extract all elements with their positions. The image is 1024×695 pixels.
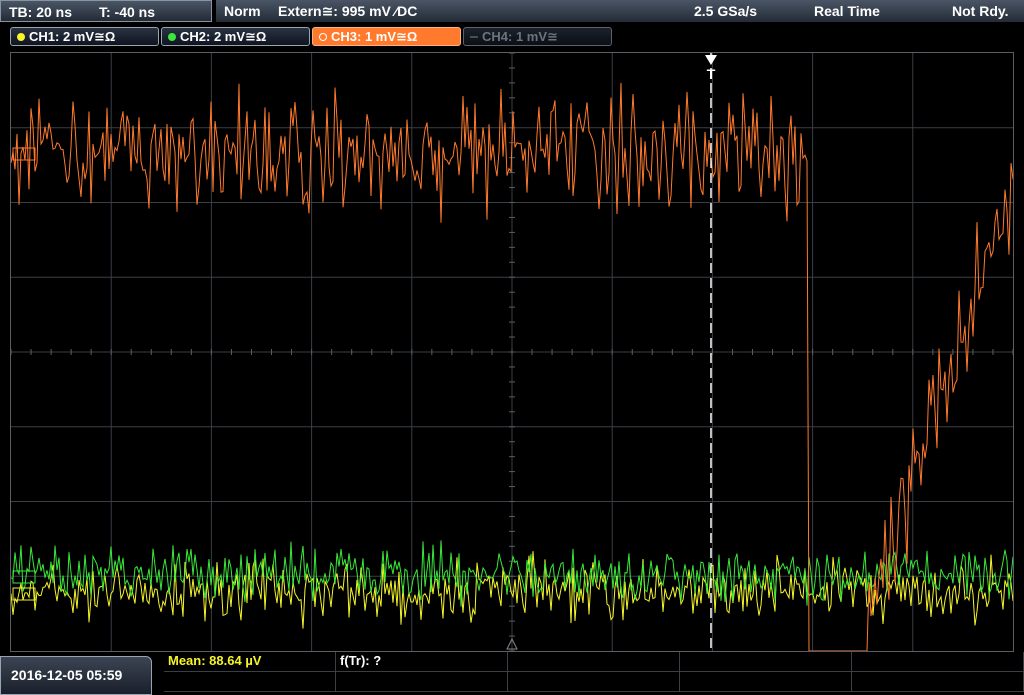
measurement-slot-4[interactable] [680, 652, 852, 672]
timebase-panel[interactable]: TB: 20 ns T: -40 ns [0, 0, 212, 22]
status-bar: TB: 20 ns T: -40 ns Norm Extern≅: 995 mV… [0, 0, 1024, 24]
channel-3-indicator-icon [319, 33, 327, 41]
measurement-slot-6[interactable] [164, 672, 336, 692]
trigger-mode: Norm [224, 3, 261, 19]
channel-3-button[interactable]: CH3: 1 mV≅Ω [312, 27, 461, 46]
waveform-canvas: T [11, 53, 1013, 651]
bottom-bar: 2016-12-05 05:59 Mean: 88.64 µV f(Tr): ? [0, 652, 1024, 695]
trigger-position-icon [705, 55, 717, 65]
channel-1-button[interactable]: CH1: 2 mV≅Ω [10, 27, 159, 46]
channel-4-label: CH4: 1 mV≅ [482, 29, 558, 44]
measurement-slot-5[interactable] [852, 652, 1024, 672]
timebase-value: TB: 20 ns [9, 4, 73, 20]
measurement-slot-7[interactable] [336, 672, 508, 692]
channel-2-label: CH2: 2 mV≅Ω [180, 29, 267, 44]
measurement-panel[interactable]: Mean: 88.64 µV f(Tr): ? [164, 652, 1024, 695]
measurement-slot-8[interactable] [508, 672, 680, 692]
oscilloscope-screen: TB: 20 ns T: -40 ns Norm Extern≅: 995 mV… [0, 0, 1024, 695]
measurement-slot-3[interactable] [508, 652, 680, 672]
channel-3-label: CH3: 1 mV≅Ω [331, 29, 418, 44]
channel-bar: CH1: 2 mV≅Ω CH2: 2 mV≅Ω CH3: 1 mV≅Ω CH4:… [0, 25, 1024, 49]
channel-4-button[interactable]: CH4: 1 mV≅ [463, 27, 612, 46]
channel-1-label: CH1: 2 mV≅Ω [29, 29, 116, 44]
datetime-display: 2016-12-05 05:59 [0, 656, 152, 695]
measurement-rise-time[interactable]: f(Tr): ? [336, 652, 508, 672]
trigger-source: Extern≅: 995 mV ⁄DC [278, 3, 418, 19]
channel-4-indicator-icon [470, 36, 478, 38]
measurement-slot-9[interactable] [680, 672, 852, 692]
trigger-panel[interactable]: Norm Extern≅: 995 mV ⁄DC 2.5 GSa/s Real … [216, 0, 1024, 22]
ready-state: Not Rdy. [952, 3, 1009, 19]
channel-1-indicator-icon [17, 33, 25, 41]
trigger-offset-value: T: -40 ns [99, 4, 156, 20]
measurement-slot-10[interactable] [852, 672, 1024, 692]
acquisition-mode: Real Time [814, 3, 880, 19]
trigger-label: T [707, 66, 716, 82]
channel-2-indicator-icon [168, 33, 176, 41]
waveform-display[interactable]: T [10, 52, 1014, 652]
channel-2-button[interactable]: CH2: 2 mV≅Ω [161, 27, 310, 46]
measurement-mean[interactable]: Mean: 88.64 µV [164, 652, 336, 672]
sample-rate: 2.5 GSa/s [694, 3, 758, 19]
